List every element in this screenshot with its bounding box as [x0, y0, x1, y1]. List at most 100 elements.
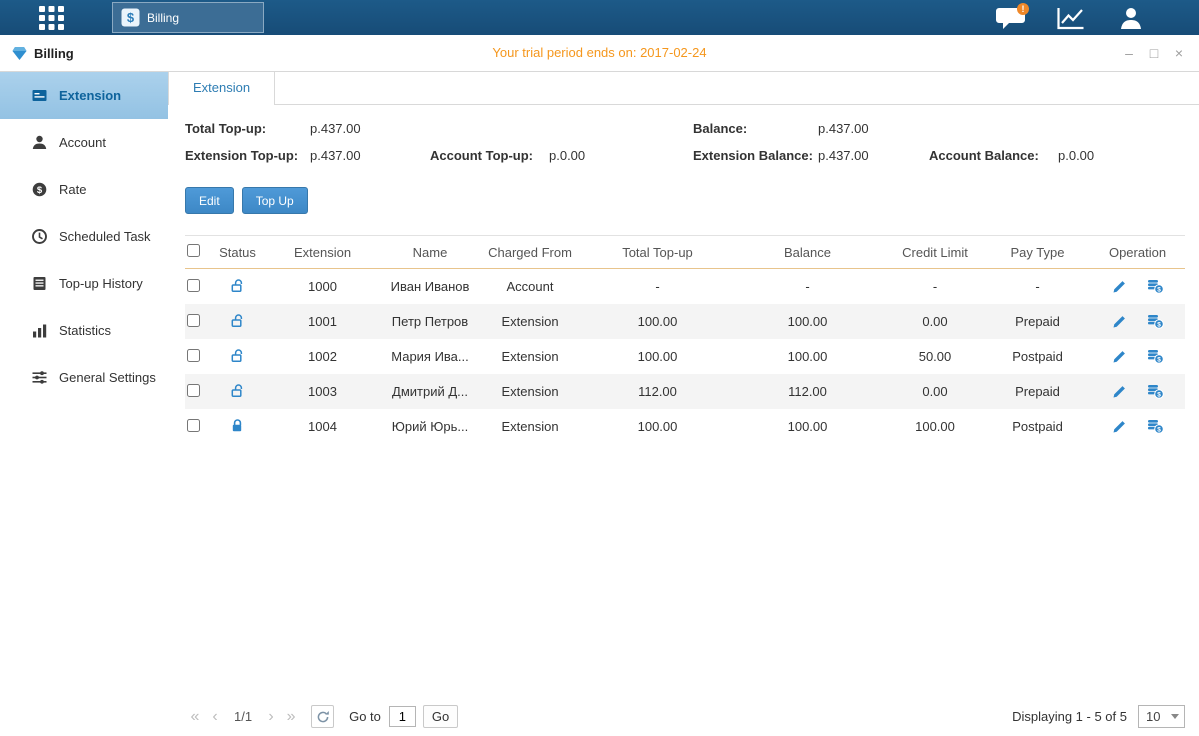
cell-pay-type: Prepaid: [985, 314, 1090, 329]
goto-page-input[interactable]: [389, 706, 416, 727]
select-all-checkbox[interactable]: [187, 244, 200, 257]
summary-balance: Balance:p.437.00: [693, 121, 929, 136]
status-locked-icon[interactable]: [230, 418, 245, 433]
column-header-extension: Extension: [260, 245, 385, 260]
sidebar-item-extension[interactable]: Extension: [0, 72, 168, 119]
cell-credit-limit: 50.00: [885, 349, 985, 364]
top-up-row-icon[interactable]: $: [1147, 349, 1164, 364]
row-checkbox[interactable]: [187, 384, 200, 397]
action-buttons: Edit Top Up: [185, 187, 1185, 214]
close-button[interactable]: ×: [1171, 45, 1187, 61]
edit-button[interactable]: Edit: [185, 187, 234, 214]
person-icon: [1118, 5, 1144, 31]
top-up-row-icon[interactable]: $: [1147, 279, 1164, 294]
sidebar-item-statistics[interactable]: Statistics: [0, 307, 168, 354]
line-chart-icon: [1056, 6, 1086, 31]
balance-summary: Total Top-up:p.437.00 Balance:p.437.00 E…: [185, 121, 1185, 163]
tabbar-divider: [168, 104, 1199, 105]
summary-value: p.437.00: [310, 148, 361, 163]
cell-credit-limit: -: [885, 279, 985, 294]
prev-page-button[interactable]: ‹: [205, 706, 225, 728]
user-menu-button[interactable]: [1112, 3, 1150, 33]
cell-balance: 100.00: [730, 349, 885, 364]
clock-icon: [31, 228, 48, 245]
column-header-status: Status: [215, 245, 260, 260]
cell-charged-from: Extension: [475, 314, 585, 329]
refresh-icon: [316, 710, 330, 724]
app-launcher-icon[interactable]: [38, 5, 66, 31]
page-indicator: 1/1: [234, 709, 252, 724]
cell-total-topup: -: [585, 279, 730, 294]
summary-label: Account Balance:: [929, 148, 1058, 163]
go-button[interactable]: Go: [423, 705, 458, 728]
cell-balance: 112.00: [730, 384, 885, 399]
maximize-button[interactable]: □: [1146, 45, 1162, 61]
status-unlocked-icon[interactable]: [230, 383, 245, 398]
column-header-pay-type: Pay Type: [985, 245, 1090, 260]
edit-row-icon[interactable]: [1112, 279, 1127, 294]
status-unlocked-icon[interactable]: [230, 348, 245, 363]
cell-balance: 100.00: [730, 314, 885, 329]
top-up-row-icon[interactable]: $: [1147, 419, 1164, 434]
trial-notice: Your trial period ends on: 2017-02-24: [0, 35, 1199, 71]
sidebar-item-account[interactable]: Account: [0, 119, 168, 166]
page-size-select[interactable]: 10: [1138, 705, 1185, 728]
column-header-name: Name: [385, 245, 475, 260]
table-header-row: Status Extension Name Charged From Total…: [185, 235, 1185, 269]
row-checkbox[interactable]: [187, 419, 200, 432]
column-header-operation: Operation: [1090, 245, 1185, 260]
row-checkbox[interactable]: [187, 279, 200, 292]
row-checkbox[interactable]: [187, 349, 200, 362]
edit-row-icon[interactable]: [1112, 419, 1127, 434]
edit-row-icon[interactable]: [1112, 349, 1127, 364]
cell-charged-from: Extension: [475, 384, 585, 399]
messages-button[interactable]: !: [992, 3, 1030, 33]
sidebar-item-label: Top-up History: [59, 276, 143, 291]
top-up-button[interactable]: Top Up: [242, 187, 308, 214]
table-row: 1001 Петр Петров Extension 100.00 100.00…: [185, 304, 1185, 339]
row-checkbox[interactable]: [187, 314, 200, 327]
status-unlocked-icon[interactable]: [230, 313, 245, 328]
sidebar-item-rate[interactable]: $ Rate: [0, 166, 168, 213]
cell-credit-limit: 0.00: [885, 384, 985, 399]
cell-extension: 1003: [260, 384, 385, 399]
window-title-text: Billing: [34, 46, 74, 61]
cell-extension: 1000: [260, 279, 385, 294]
topbar-billing-tab-label: Billing: [147, 11, 179, 25]
first-page-button[interactable]: «: [185, 706, 205, 728]
summary-account-balance: Account Balance:p.0.00: [929, 148, 1185, 163]
svg-text:$: $: [1157, 287, 1161, 294]
table-row: 1004 Юрий Юрь... Extension 100.00 100.00…: [185, 409, 1185, 444]
sidebar-item-general-settings[interactable]: General Settings: [0, 354, 168, 401]
summary-extension-topup: Extension Top-up:p.437.00: [185, 148, 430, 163]
statistics-button[interactable]: [1052, 3, 1090, 33]
status-unlocked-icon[interactable]: [230, 278, 245, 293]
window-controls: – □ ×: [1121, 35, 1187, 71]
refresh-button[interactable]: [311, 705, 334, 728]
cell-name: Петр Петров: [385, 314, 475, 329]
top-up-row-icon[interactable]: $: [1147, 314, 1164, 329]
edit-row-icon[interactable]: [1112, 314, 1127, 329]
next-page-button[interactable]: ›: [261, 706, 281, 728]
cell-total-topup: 100.00: [585, 314, 730, 329]
table-body: 1000 Иван Иванов Account - - - - $: [185, 269, 1185, 444]
last-page-button[interactable]: »: [281, 706, 301, 728]
tab-extension[interactable]: Extension: [168, 72, 275, 105]
sidebar-item-scheduled-task[interactable]: Scheduled Task: [0, 213, 168, 260]
top-up-row-icon[interactable]: $: [1147, 384, 1164, 399]
grid-icon: [38, 5, 66, 31]
topbar-billing-tab[interactable]: $ Billing: [112, 2, 264, 33]
edit-row-icon[interactable]: [1112, 384, 1127, 399]
sidebar-item-label: Rate: [59, 182, 86, 197]
summary-extension-balance: Extension Balance:p.437.00: [693, 148, 929, 163]
sidebar-item-label: Statistics: [59, 323, 111, 338]
minimize-button[interactable]: –: [1121, 45, 1137, 61]
sidebar-item-topup-history[interactable]: Top-up History: [0, 260, 168, 307]
cell-charged-from: Account: [475, 279, 585, 294]
window-title: Billing: [12, 35, 74, 71]
summary-account-topup: Account Top-up:p.0.00: [430, 148, 693, 163]
cell-extension: 1001: [260, 314, 385, 329]
main-panel: Extension Total Top-up:p.437.00 Balance:…: [168, 72, 1199, 720]
column-header-credit-limit: Credit Limit: [885, 245, 985, 260]
sidebar-item-label: Scheduled Task: [59, 229, 151, 244]
